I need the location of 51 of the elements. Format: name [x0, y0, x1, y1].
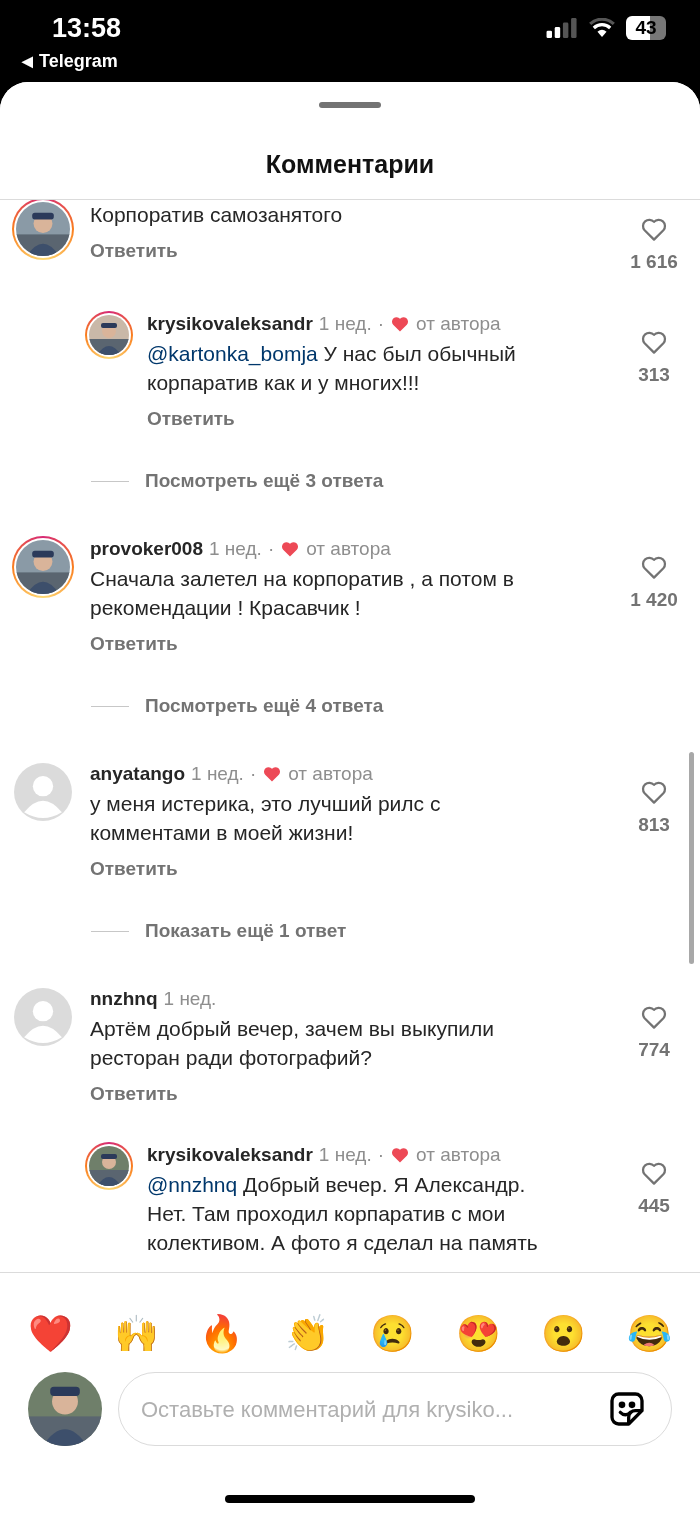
comment-time: 1 нед. [209, 536, 262, 561]
username[interactable]: anyatango [90, 760, 186, 787]
signal-icon [546, 18, 578, 38]
view-replies-button[interactable]: Посмотреть ещё 4 ответа [145, 692, 384, 721]
separator-dot: · [267, 536, 275, 561]
wifi-icon [588, 18, 616, 38]
sticker-icon[interactable] [607, 1389, 647, 1429]
username[interactable]: provoker008 [90, 535, 203, 562]
comment-text: у меня истерика, это лучший рилс с комментами в моей жизни! [90, 790, 442, 846]
like-count: 445 [638, 1194, 670, 1218]
comment-time: 1 нед. [318, 1143, 372, 1167]
comment-time: 1 нед. [318, 311, 372, 336]
drag-handle[interactable] [319, 102, 381, 108]
comment-text: Корпоратив самозанятого [90, 202, 344, 228]
emoji-reaction[interactable]: 🔥 [199, 1295, 245, 1372]
separator-dot: · [249, 761, 257, 786]
like-count: 813 [638, 812, 670, 837]
like-count: 1 616 [630, 250, 678, 274]
separator-dot: · [377, 1143, 385, 1167]
battery-indicator: 43 [626, 16, 666, 40]
comment-time: 1 нед. [191, 761, 244, 786]
comment-time: 1 нед. [163, 986, 217, 1011]
separator-dot: · [377, 311, 385, 336]
author-label: от автора [288, 761, 373, 786]
comment-text: Сначала залетел на корпоратив , а потом в рекомендации ! Красавчик ! [90, 565, 515, 621]
like-count: 313 [638, 362, 670, 387]
back-link[interactable]: ◀ Telegram [22, 48, 122, 75]
clock: 13:58 [51, 12, 122, 44]
like-count: 774 [638, 1037, 670, 1062]
reply-button[interactable]: Ответить [90, 629, 178, 658]
view-replies-button[interactable]: Посмотреть ещё 3 ответа [145, 467, 384, 496]
mention-link[interactable]: @kartonka_bomja [147, 341, 318, 365]
comment-text: Артём добрый вечер, зачем вы выкупили ресторан ради фотографий? [90, 1015, 496, 1071]
author-label: от автора [416, 311, 501, 336]
sheet-title: Комментарии [265, 149, 435, 180]
like-count: 1 420 [630, 587, 678, 612]
emoji-reaction[interactable]: ❤ [28, 1295, 73, 1372]
comment-field[interactable]: Оставьте комментарий для krysiko... [141, 1392, 607, 1426]
reply-button[interactable]: Ответить [90, 1079, 178, 1108]
author-label: от автора [306, 536, 391, 561]
username[interactable]: nnzhnq [90, 985, 158, 1012]
username[interactable]: krysikovaleksandr [147, 1142, 313, 1168]
mention-link[interactable]: @nnzhnq [147, 1173, 238, 1196]
username[interactable]: krysikovaleksandr [147, 310, 313, 337]
comment-text: @kartonka_bomja У нас был обычный корпаратив как и у многих!!! [147, 340, 517, 396]
author-label: от автора [416, 1143, 501, 1167]
reply-button[interactable]: Ответить [90, 854, 178, 883]
comment-text: @nnzhnq Добрый вечер. Я Александр. Нет. Там проходил корпаратив с мои колективом. А фото я сделал на память [147, 1172, 539, 1256]
view-replies-button[interactable]: Показать ещё 1 ответ [145, 917, 347, 946]
reply-button[interactable]: Ответить [90, 237, 178, 266]
reply-button[interactable]: Ответить [147, 404, 235, 433]
